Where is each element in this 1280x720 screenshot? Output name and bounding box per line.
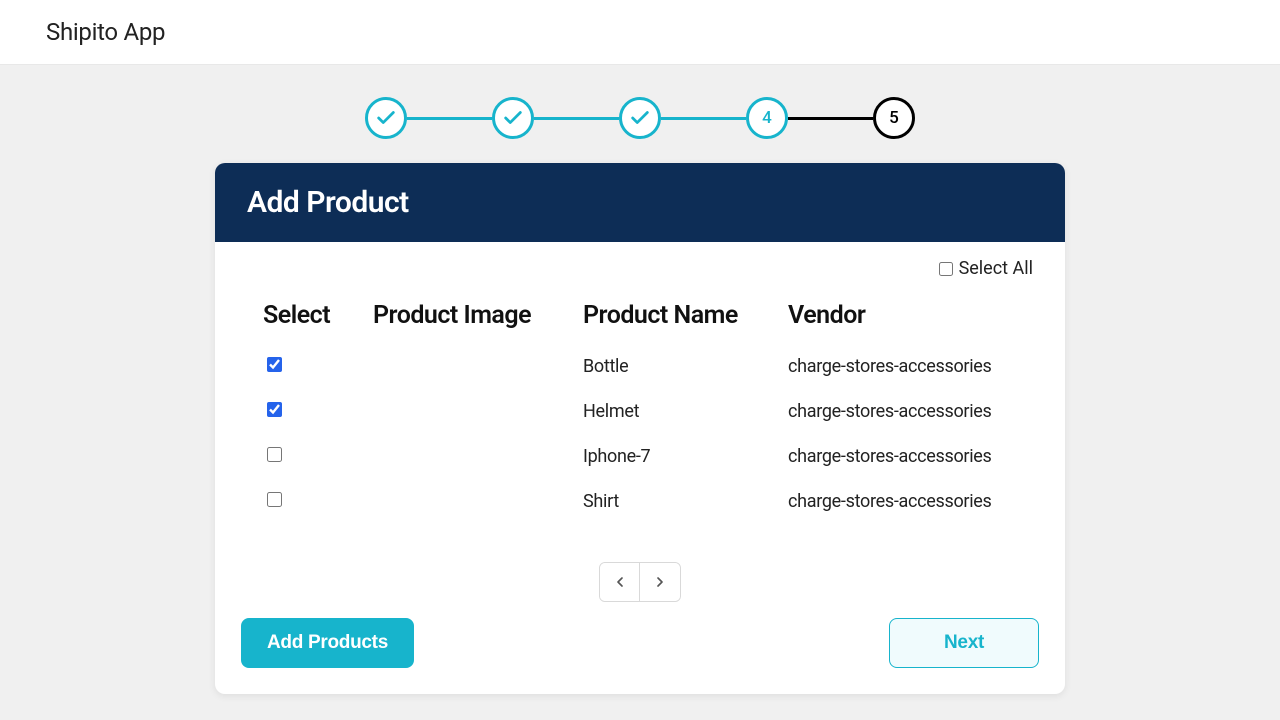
cell-vendor: charge-stores-accessories bbox=[788, 491, 1017, 512]
app-header: Shipito App bbox=[0, 0, 1280, 65]
cell-name: Helmet bbox=[583, 401, 788, 422]
step-4: 4 bbox=[746, 97, 788, 139]
row-checkbox[interactable] bbox=[267, 447, 282, 462]
cell-vendor: charge-stores-accessories bbox=[788, 356, 1017, 377]
select-all-checkbox[interactable] bbox=[939, 262, 953, 276]
row-checkbox[interactable] bbox=[267, 357, 282, 372]
cell-vendor: charge-stores-accessories bbox=[788, 446, 1017, 467]
product-table: Select Product Image Product Name Vendor… bbox=[215, 279, 1065, 544]
step-1 bbox=[365, 97, 407, 139]
prev-page-button[interactable] bbox=[600, 563, 640, 601]
content-wrapper: 4 5 Add Product Select All Select Produc… bbox=[0, 65, 1280, 694]
pager-box bbox=[599, 562, 681, 602]
step-3 bbox=[619, 97, 661, 139]
table-header-row: Select Product Image Product Name Vendor bbox=[263, 287, 1017, 344]
column-vendor: Vendor bbox=[788, 301, 1017, 330]
step-connector bbox=[788, 117, 873, 120]
step-connector bbox=[534, 117, 619, 120]
cell-name: Shirt bbox=[583, 491, 788, 512]
step-label: 4 bbox=[762, 108, 772, 128]
column-image: Product Image bbox=[373, 301, 583, 330]
add-product-card: Add Product Select All Select Product Im… bbox=[215, 163, 1065, 694]
step-5: 5 bbox=[873, 97, 915, 139]
card-footer: Add Products Next bbox=[215, 610, 1065, 694]
select-all-label: Select All bbox=[959, 258, 1033, 279]
next-page-button[interactable] bbox=[640, 563, 680, 601]
step-2 bbox=[492, 97, 534, 139]
chevron-right-icon bbox=[652, 574, 668, 590]
chevron-left-icon bbox=[612, 574, 628, 590]
column-select: Select bbox=[263, 301, 373, 330]
add-products-button[interactable]: Add Products bbox=[241, 618, 414, 668]
column-name: Product Name bbox=[583, 301, 788, 330]
check-icon bbox=[629, 107, 651, 129]
check-icon bbox=[502, 107, 524, 129]
table-row: Iphone-7 charge-stores-accessories bbox=[263, 434, 1017, 479]
row-checkbox[interactable] bbox=[267, 402, 282, 417]
table-row: Helmet charge-stores-accessories bbox=[263, 389, 1017, 434]
step-label: 5 bbox=[889, 108, 899, 128]
card-title: Add Product bbox=[247, 185, 1033, 220]
pagination bbox=[215, 544, 1065, 610]
table-row: Bottle charge-stores-accessories bbox=[263, 344, 1017, 389]
select-all-row: Select All bbox=[215, 242, 1065, 279]
step-connector bbox=[661, 117, 746, 120]
check-icon bbox=[375, 107, 397, 129]
cell-name: Bottle bbox=[583, 356, 788, 377]
app-title: Shipito App bbox=[46, 18, 1234, 46]
card-header: Add Product bbox=[215, 163, 1065, 242]
cell-name: Iphone-7 bbox=[583, 446, 788, 467]
table-row: Shirt charge-stores-accessories bbox=[263, 479, 1017, 524]
next-button[interactable]: Next bbox=[889, 618, 1039, 668]
progress-stepper: 4 5 bbox=[0, 97, 1280, 139]
row-checkbox[interactable] bbox=[267, 492, 282, 507]
cell-vendor: charge-stores-accessories bbox=[788, 401, 1017, 422]
step-connector bbox=[407, 117, 492, 120]
